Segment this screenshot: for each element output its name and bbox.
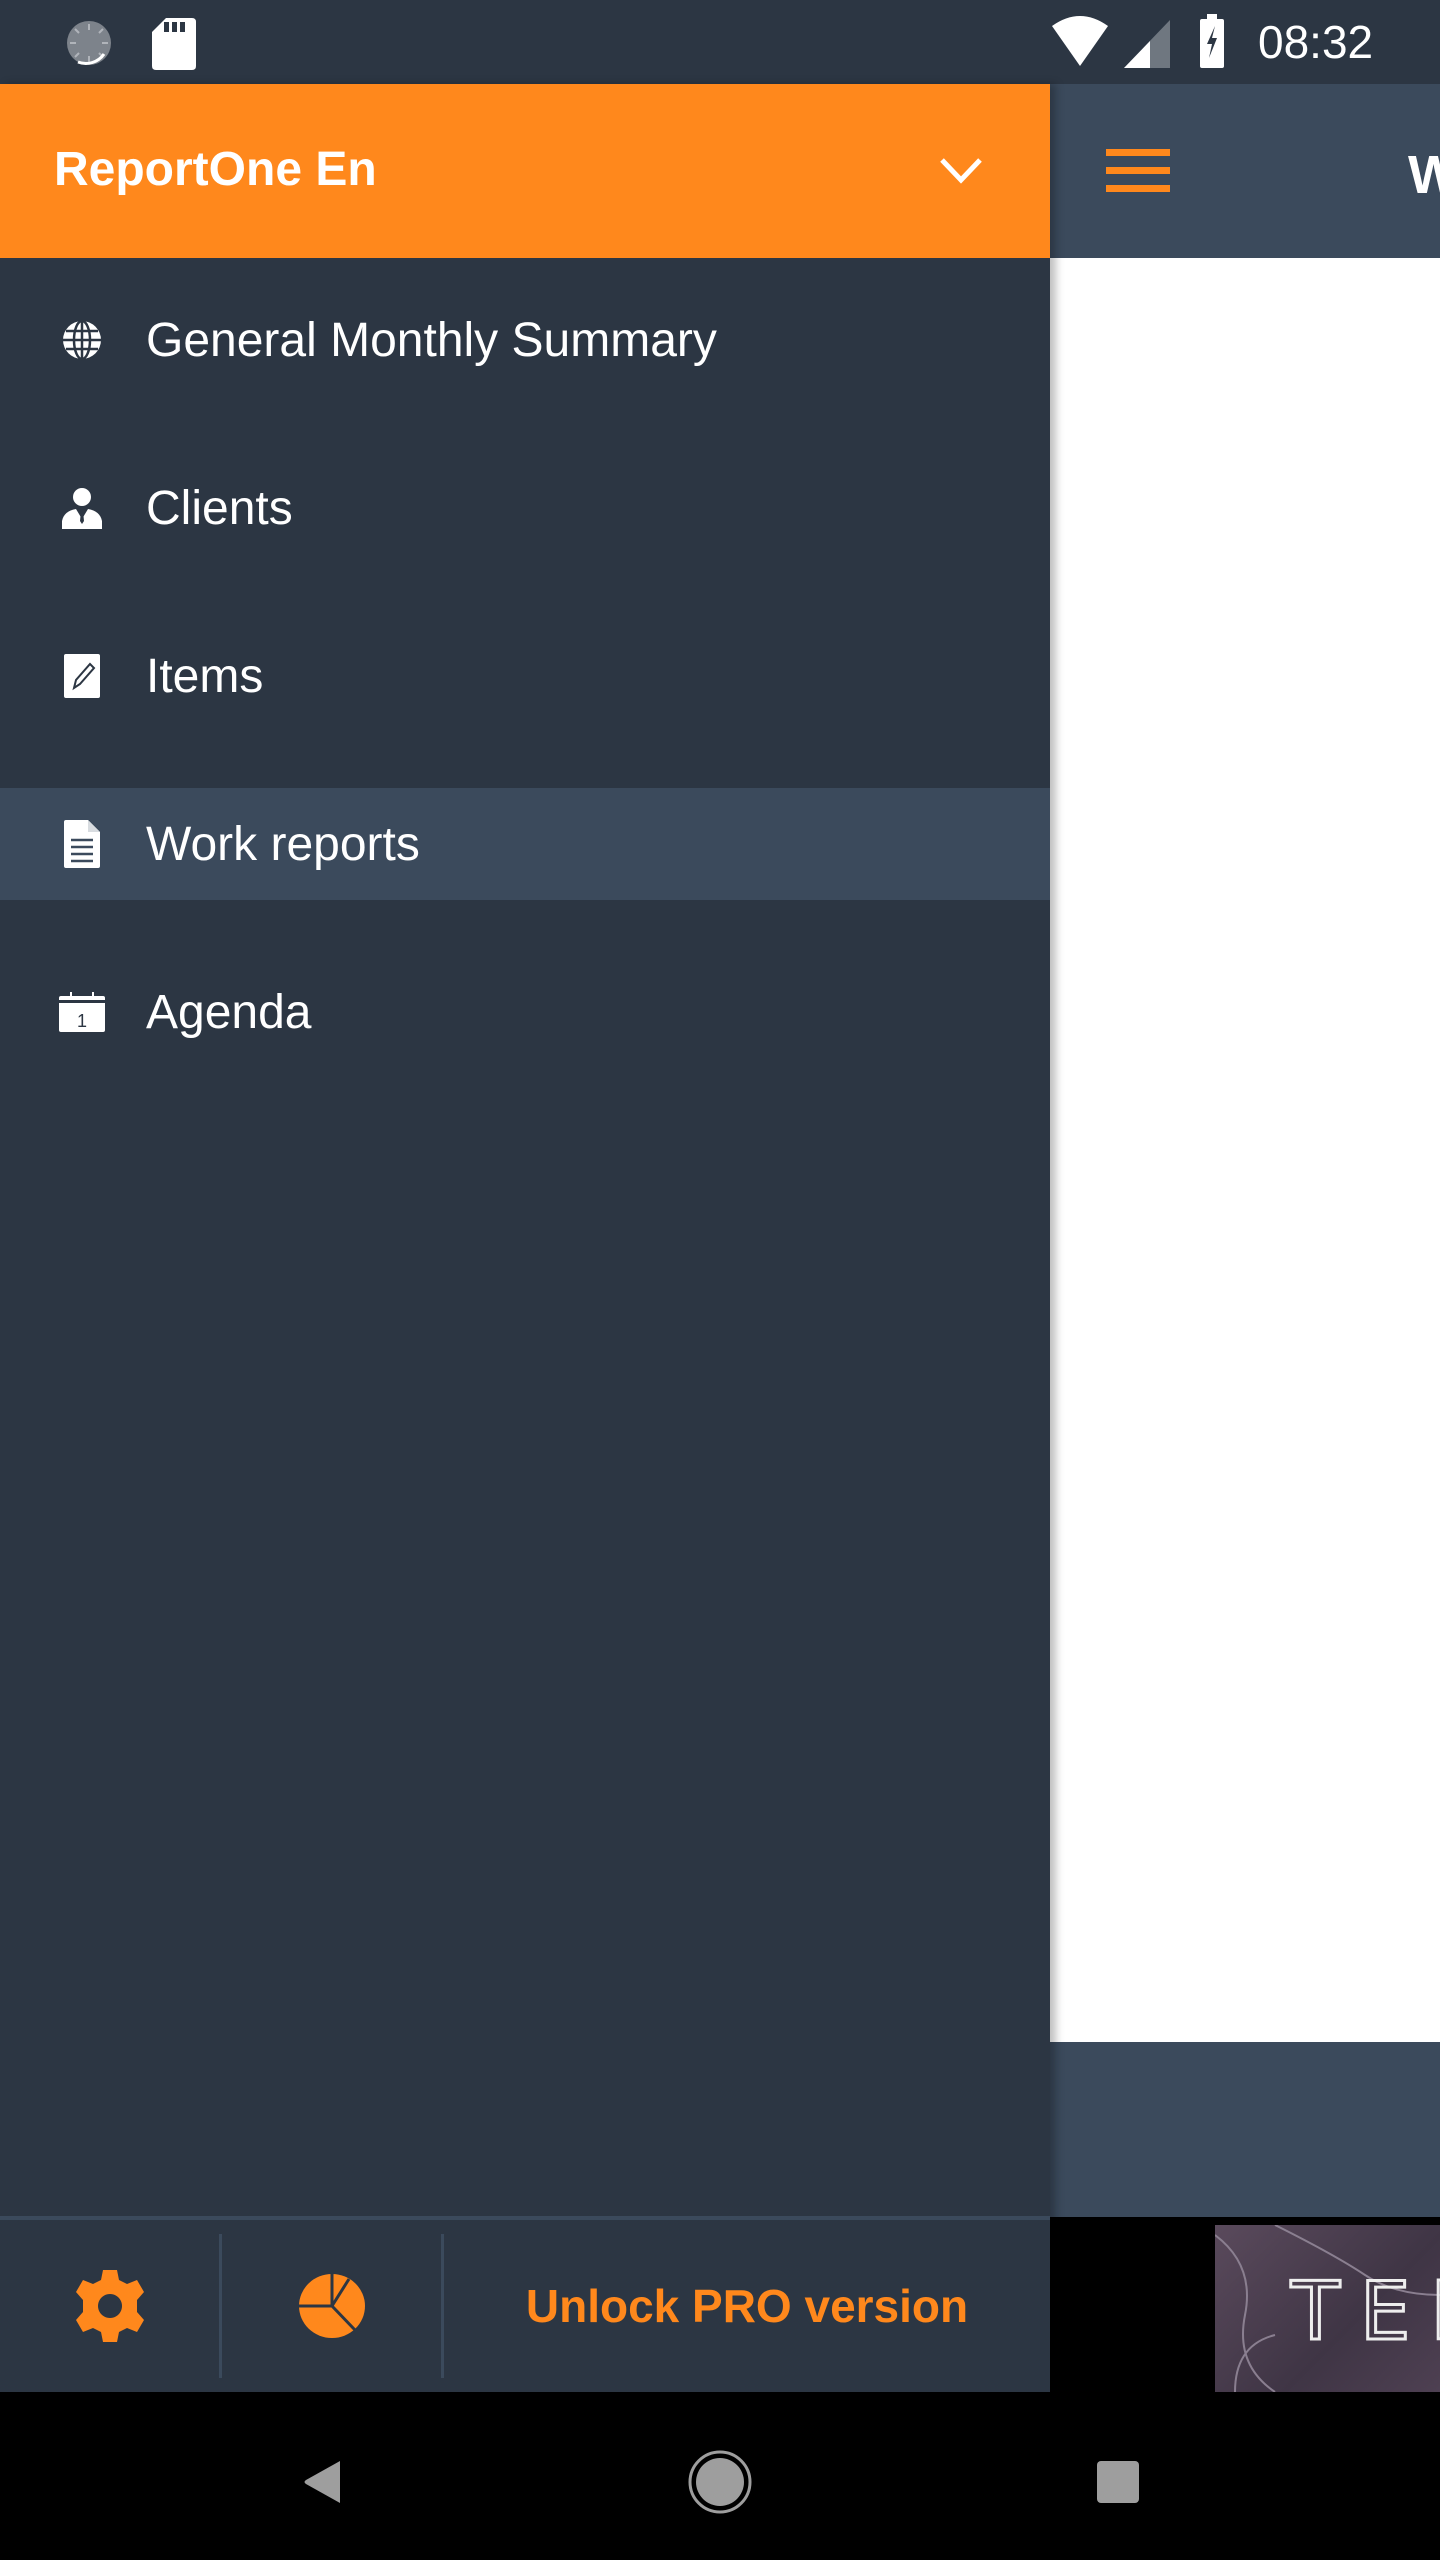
menu-item-work-reports[interactable]: Work reports: [0, 788, 1050, 900]
ad-area: TER: [1050, 2217, 1440, 2392]
cell-signal-icon: [1124, 20, 1170, 68]
menu-item-label: Agenda: [146, 985, 312, 1039]
calendar-icon: 1: [58, 988, 106, 1036]
drawer-header[interactable]: ReportOne En: [0, 84, 1050, 258]
clock: 08:32: [1258, 16, 1374, 68]
calendar-day: 1: [77, 1011, 87, 1031]
menu-item-general-monthly-summary[interactable]: General Monthly Summary: [0, 284, 1050, 396]
menu-item-label: Clients: [146, 481, 293, 535]
home-icon: [688, 2450, 752, 2514]
app-toolbar: W: [1050, 84, 1440, 258]
sync-icon: [67, 21, 111, 65]
menu-item-label: Items: [146, 649, 264, 703]
chevron-down-icon[interactable]: [938, 156, 984, 186]
unlock-pro-button[interactable]: Unlock PRO version: [444, 2220, 1050, 2392]
sd-card-icon: [152, 18, 196, 70]
recents-icon: [1097, 2461, 1139, 2503]
settings-button[interactable]: [0, 2220, 220, 2392]
document-icon: [58, 820, 106, 868]
unlock-pro-label: Unlock PRO version: [525, 2280, 969, 2332]
edit-document-icon: [58, 652, 106, 700]
menu-item-agenda[interactable]: 1 Agenda: [0, 956, 1050, 1068]
status-bar: 08:32: [0, 0, 1440, 84]
home-button[interactable]: [680, 2442, 760, 2522]
ad-text: TER: [1290, 2264, 1440, 2360]
app-content: [1050, 258, 1440, 2042]
drawer-footer: Unlock PRO version: [0, 2216, 1050, 2396]
person-icon: [58, 484, 106, 532]
back-button[interactable]: [282, 2442, 362, 2522]
pie-chart-icon: [299, 2274, 365, 2338]
back-icon: [304, 2461, 340, 2503]
ad-banner[interactable]: TER: [1215, 2225, 1440, 2392]
app-bottom-panel: [1050, 2042, 1440, 2217]
statistics-button[interactable]: [222, 2220, 442, 2392]
app-title: W: [1408, 145, 1440, 205]
menu-item-label: Work reports: [146, 817, 420, 871]
account-name: ReportOne En: [54, 143, 377, 196]
menu-item-items[interactable]: Items: [0, 620, 1050, 732]
navigation-drawer: ReportOne En General Monthly Summary Cli…: [0, 84, 1050, 2396]
recents-button[interactable]: [1078, 2442, 1158, 2522]
menu-item-label: General Monthly Summary: [146, 313, 717, 367]
menu-item-clients[interactable]: Clients: [0, 452, 1050, 564]
drawer-menu: General Monthly Summary Clients Items Wo…: [0, 284, 1050, 1124]
globe-icon: [58, 316, 106, 364]
hamburger-icon[interactable]: [1106, 149, 1170, 193]
wifi-icon: [1052, 16, 1108, 66]
system-nav-bar: [0, 2392, 1440, 2560]
gear-icon: [76, 2270, 144, 2342]
battery-charging-icon: [1200, 14, 1224, 68]
